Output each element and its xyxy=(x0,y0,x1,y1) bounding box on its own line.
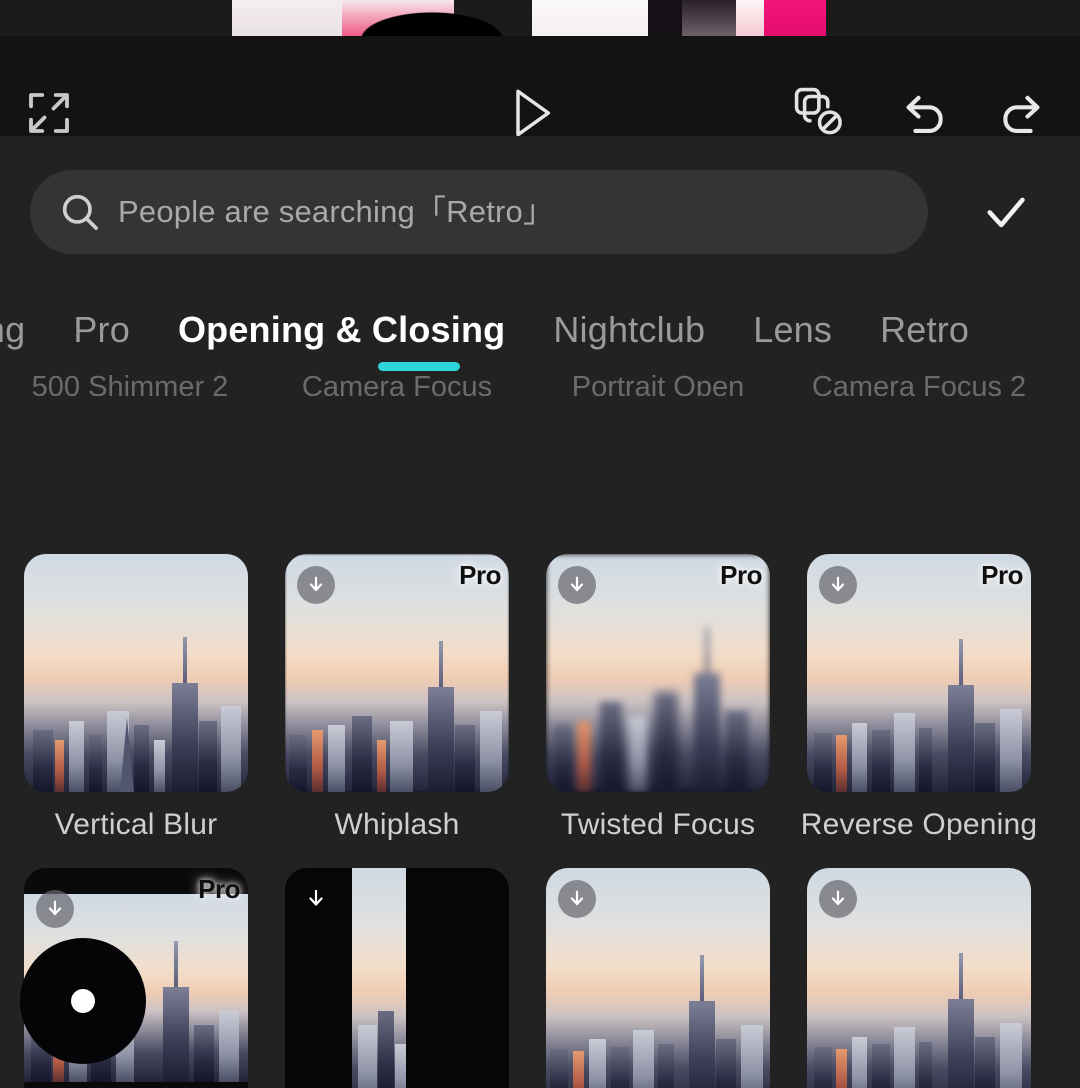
effect-item-vertical-open[interactable]: Vertical Open xyxy=(789,868,1049,1088)
search-box[interactable] xyxy=(30,170,928,254)
editor-toolbar xyxy=(0,36,1080,137)
download-arrow-icon[interactable] xyxy=(297,880,335,918)
tab-nightclub[interactable]: Nightclub xyxy=(529,284,729,376)
effect-item-vertical-close[interactable]: Vertical Close xyxy=(267,868,527,1088)
clipped-label: Camera Focus xyxy=(301,372,493,396)
category-tabs[interactable]: ending Pro Opening & Closing Nightclub L… xyxy=(0,284,1080,376)
pro-badge: Pro xyxy=(981,560,1023,590)
screen-record-floating-button[interactable] xyxy=(20,938,146,1064)
tab-retro[interactable]: Retro xyxy=(856,284,993,376)
download-arrow-icon[interactable] xyxy=(297,566,335,604)
pro-badge: Pro xyxy=(720,560,762,590)
effects-grid[interactable]: 500 Shimmer 2 Camera Focus Portrait Open… xyxy=(0,372,1080,1088)
app-root: ending Pro Opening & Closing Nightclub L… xyxy=(0,0,1080,1088)
effect-thumbnail[interactable]: Pro xyxy=(285,554,509,792)
tab-lens[interactable]: Lens xyxy=(729,284,856,376)
download-arrow-icon[interactable] xyxy=(819,880,857,918)
effect-thumbnail[interactable] xyxy=(546,868,770,1088)
effect-thumbnail[interactable]: Pro xyxy=(807,554,1031,792)
download-arrow-icon[interactable] xyxy=(558,880,596,918)
tab-trending[interactable]: ending xyxy=(0,284,49,376)
effect-label: Whiplash xyxy=(334,808,460,841)
tab-pro[interactable]: Pro xyxy=(49,284,154,376)
effect-item-to-color[interactable]: To Color xyxy=(528,868,788,1088)
expand-fullscreen-icon[interactable] xyxy=(18,82,80,144)
undo-icon[interactable] xyxy=(894,82,956,144)
clipped-label: Portrait Open xyxy=(571,372,745,396)
effect-item-vertical-blur[interactable]: Vertical Blur xyxy=(6,554,266,842)
effect-item-whiplash[interactable]: Pro Whiplash xyxy=(267,554,527,842)
effect-thumbnail[interactable] xyxy=(24,554,248,792)
effect-label: Twisted Focus xyxy=(560,808,756,841)
effect-label: Vertical Blur xyxy=(54,808,218,841)
effect-label: Reverse Opening xyxy=(800,808,1038,841)
duplicate-disabled-icon[interactable] xyxy=(786,82,854,144)
search-icon xyxy=(56,188,104,236)
search-row xyxy=(0,170,1080,254)
record-dot-icon xyxy=(71,989,95,1013)
download-arrow-icon[interactable] xyxy=(558,566,596,604)
download-arrow-icon[interactable] xyxy=(36,890,74,928)
redo-icon[interactable] xyxy=(990,82,1052,144)
effect-item-twisted-focus[interactable]: Pro Twisted Focus xyxy=(528,554,788,842)
pro-badge: Pro xyxy=(459,560,501,590)
effect-thumbnail[interactable] xyxy=(807,868,1031,1088)
clipped-row-labels: 500 Shimmer 2 Camera Focus Portrait Open… xyxy=(0,372,1080,418)
download-arrow-icon[interactable] xyxy=(819,566,857,604)
clipped-label: Camera Focus 2 xyxy=(811,372,1027,396)
effect-thumbnail[interactable]: Pro xyxy=(546,554,770,792)
effect-item-reverse-opening[interactable]: Pro Reverse Opening xyxy=(789,554,1049,842)
tab-opening-and-closing[interactable]: Opening & Closing xyxy=(154,284,529,376)
video-preview-strip xyxy=(232,0,826,36)
effect-thumbnail[interactable] xyxy=(285,868,509,1088)
effects-panel: ending Pro Opening & Closing Nightclub L… xyxy=(0,136,1080,1088)
confirm-search-button[interactable] xyxy=(960,174,1052,250)
pro-badge: Pro xyxy=(198,874,240,904)
search-input[interactable] xyxy=(104,194,928,230)
